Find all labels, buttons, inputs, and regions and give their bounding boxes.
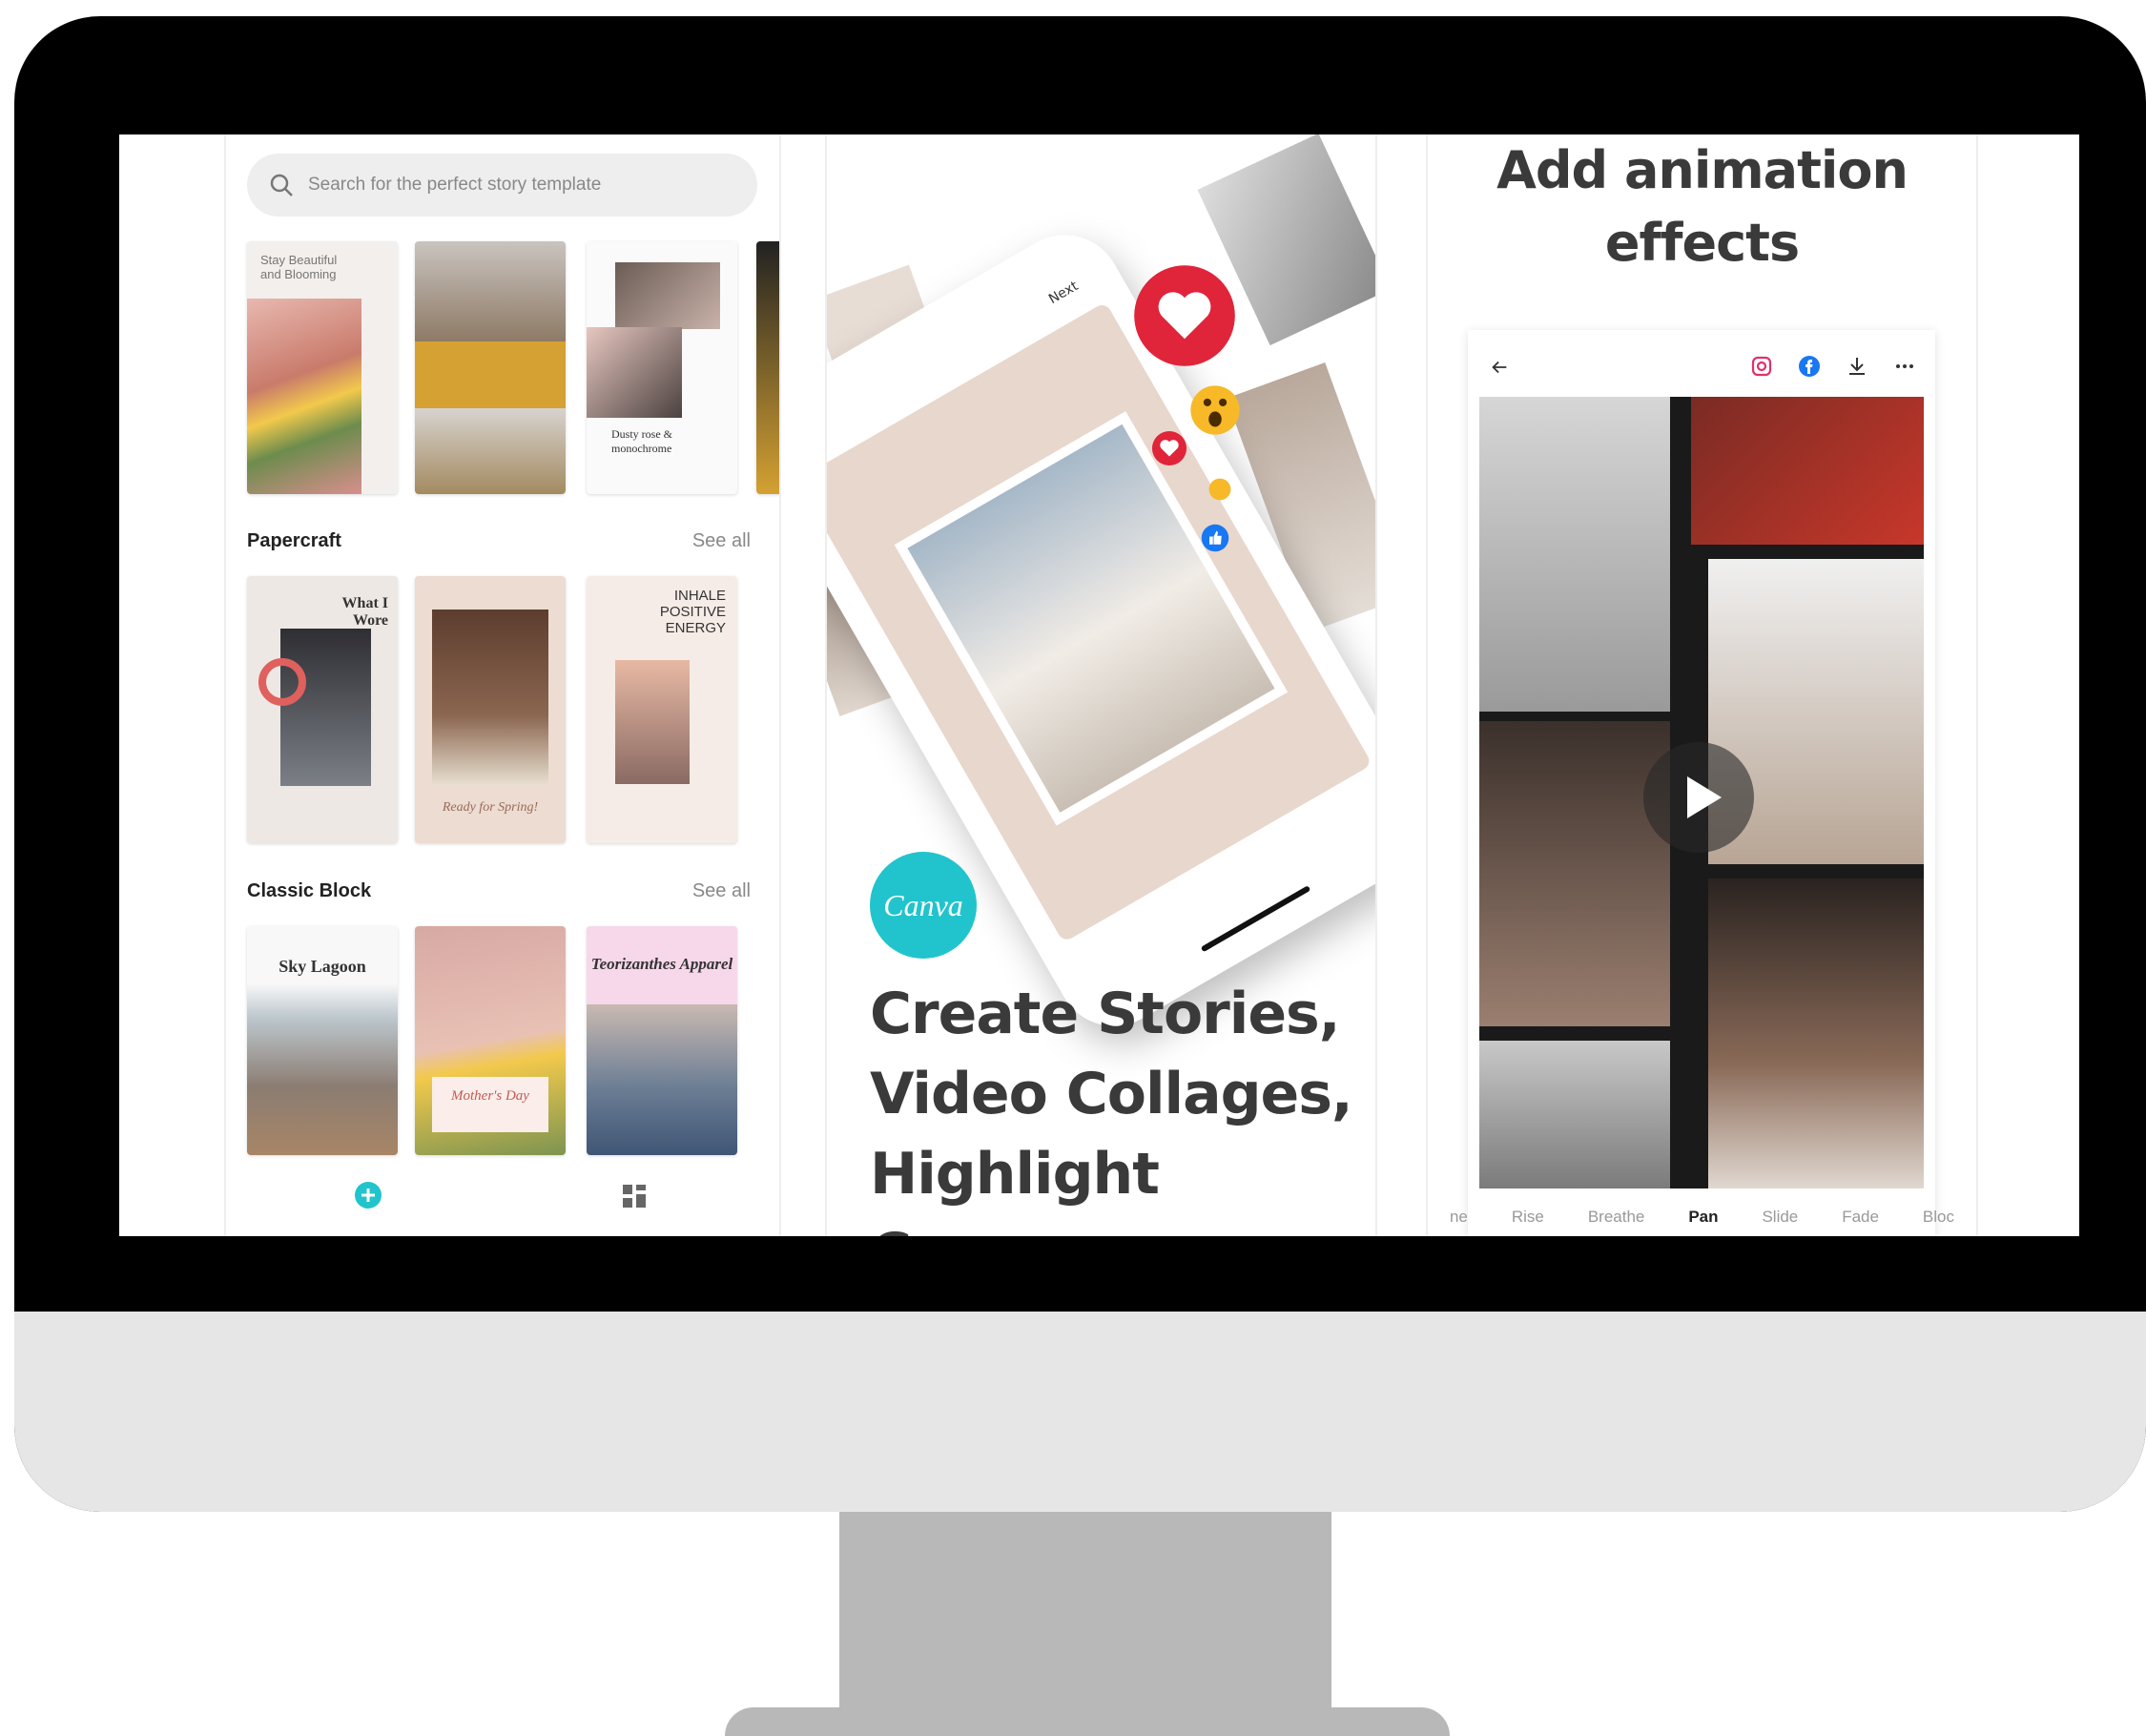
sunset-photo: [615, 660, 690, 784]
model-photo: [894, 411, 1289, 826]
phone-next-label[interactable]: Next: [1046, 279, 1081, 307]
search-icon: [270, 174, 293, 196]
flowers-photo: [247, 299, 361, 494]
editor-frame: [1468, 330, 1935, 1236]
effect-item[interactable]: Bloc: [1923, 1208, 1954, 1227]
template-text: What I Wore: [341, 595, 388, 629]
promo-headline: Create Stories, Video Collages, Highligh…: [870, 974, 1375, 1236]
template-sky-lagoon[interactable]: Sky Lagoon: [247, 926, 398, 1155]
template-partial[interactable]: [756, 241, 779, 494]
template-stay-beautiful[interactable]: Stay Beautiful and Blooming: [247, 241, 398, 494]
effect-item[interactable]: Breathe: [1588, 1208, 1645, 1227]
template-text: Teorizanthes Apparel: [590, 955, 733, 973]
see-all-classic-block[interactable]: See all: [692, 880, 751, 902]
heart-reaction-icon: [1134, 265, 1235, 366]
search-placeholder: Search for the perfect story template: [308, 175, 602, 195]
stories-promo-panel: Next Canva Create Stories, Video Collage…: [825, 134, 1377, 1236]
headline-line-1: Create Stories,: [870, 981, 1341, 1047]
template-text: Mother's Day: [451, 1088, 529, 1104]
template-what-i-wore[interactable]: What I Wore: [247, 576, 398, 843]
effect-item[interactable]: Rise: [1512, 1208, 1544, 1227]
collage-cell-man-street: [1479, 1041, 1670, 1188]
wow-reaction-icon: [1190, 385, 1240, 435]
small-wow-icon: [1208, 478, 1231, 501]
effect-item[interactable]: Fade: [1842, 1208, 1879, 1227]
animation-title-line-1: Add animation: [1496, 140, 1909, 200]
template-text: Dusty rose & monochrome: [611, 427, 672, 455]
collage-photo-1: [615, 262, 720, 329]
template-text: INHALE POSITIVE ENERGY: [659, 588, 726, 636]
instagram-icon[interactable]: [1750, 355, 1773, 378]
template-mothers-day[interactable]: Mother's Day: [415, 926, 566, 1155]
photo-man-yellow: [415, 241, 566, 341]
grid-icon[interactable]: [621, 1183, 648, 1209]
see-all-papercraft[interactable]: See all: [692, 530, 751, 552]
template-text: Stay Beautiful and Blooming: [260, 253, 338, 281]
dress-photo: [432, 610, 548, 786]
back-arrow-icon[interactable]: [1489, 357, 1510, 378]
headline-line-2: Video Collages,: [870, 1061, 1353, 1127]
monitor: Search for the perfect story template St…: [14, 16, 2146, 1512]
effect-item-active[interactable]: Pan: [1688, 1208, 1718, 1227]
download-icon[interactable]: [1846, 355, 1868, 378]
search-input[interactable]: Search for the perfect story template: [247, 154, 757, 217]
facebook-icon[interactable]: [1798, 355, 1821, 378]
template-inhale[interactable]: INHALE POSITIVE ENERGY: [587, 576, 737, 843]
template-ready-for-spring[interactable]: Ready for Spring!: [415, 576, 566, 843]
bottom-nav: [226, 1160, 779, 1236]
section-title-papercraft: Papercraft: [247, 530, 341, 551]
like-reaction-icon: [1201, 524, 1229, 552]
template-browser-panel: Search for the perfect story template St…: [224, 134, 781, 1236]
template-text: Ready for Spring!: [442, 800, 539, 815]
denim-photo: [587, 1004, 737, 1155]
mustard-block: [415, 341, 566, 408]
monitor-chin: [14, 1312, 2146, 1512]
effect-item[interactable]: Slide: [1762, 1208, 1798, 1227]
collage-cell-red-jacket: [1691, 397, 1924, 545]
collage-photo-2: [587, 327, 682, 418]
phone-home-indicator: [1200, 885, 1311, 953]
effects-bar: ne Rise Breathe Pan Slide Fade Bloc: [1428, 1198, 1976, 1236]
monitor-screen: Search for the perfect story template St…: [119, 134, 2079, 1236]
mothers-day-card: [432, 1077, 548, 1132]
headline-line-3: Highlight Covers: [870, 1141, 1160, 1236]
effect-item[interactable]: ne: [1450, 1208, 1468, 1227]
add-icon[interactable]: [354, 1181, 382, 1209]
monitor-foot: [725, 1707, 1450, 1736]
animation-title: Add animation effects: [1428, 134, 1976, 279]
section-title-classic-block: Classic Block: [247, 880, 372, 901]
photo-person: [415, 408, 566, 494]
template-yellow[interactable]: [415, 241, 566, 494]
collage-cell-balcony: [1479, 397, 1670, 712]
template-apparel[interactable]: Teorizanthes Apparel: [587, 926, 737, 1155]
more-icon[interactable]: [1893, 355, 1916, 378]
animation-promo-panel: Add animation effects ne Rise Breathe Pa…: [1426, 134, 1978, 1236]
red-circle: [258, 658, 306, 706]
collage-cell-woman: [1708, 878, 1924, 1188]
small-heart-icon: [1151, 430, 1187, 466]
play-icon[interactable]: [1641, 740, 1756, 855]
canva-logo: Canva: [870, 852, 977, 959]
template-dusty-rose[interactable]: Dusty rose & monochrome: [587, 241, 737, 494]
animation-title-line-2: effects: [1604, 213, 1800, 273]
monitor-stand: [839, 1512, 1331, 1730]
template-text: Sky Lagoon: [279, 957, 366, 976]
street-photo: [280, 629, 371, 786]
